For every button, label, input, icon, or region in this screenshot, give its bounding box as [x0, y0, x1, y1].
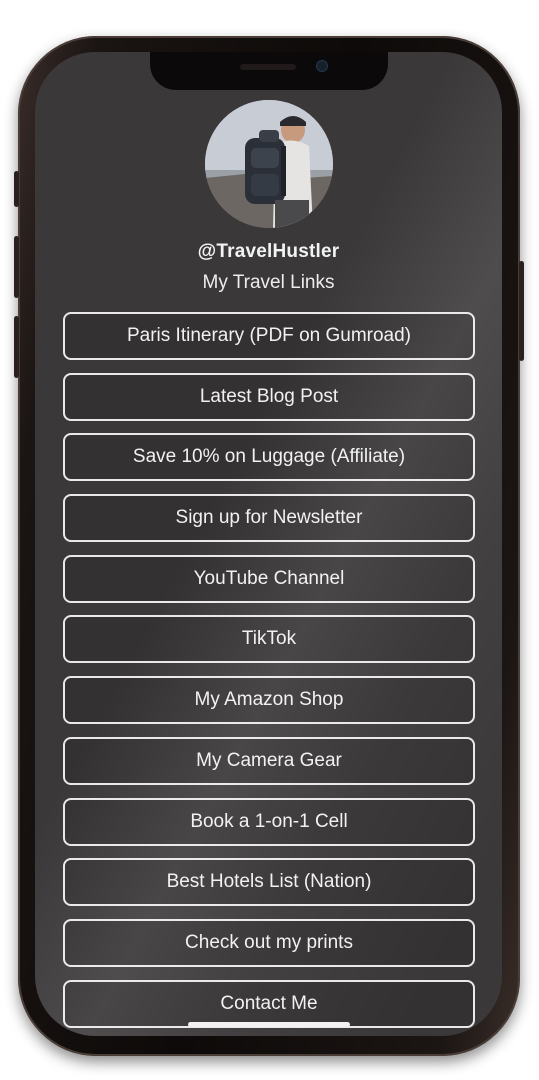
- link-button-youtube[interactable]: YouTube Channel: [63, 554, 475, 603]
- notch: [150, 52, 388, 90]
- volume-up-button: [14, 236, 19, 298]
- link-button-book-call[interactable]: Book a 1-on-1 Cell: [63, 797, 475, 846]
- traveler-photo-icon: [205, 100, 333, 228]
- link-button-best-hotels[interactable]: Best Hotels List (Nation): [63, 858, 475, 907]
- link-button-tiktok[interactable]: TikTok: [63, 615, 475, 664]
- profile-handle: @TravelHustler: [197, 241, 340, 262]
- volume-down-button: [14, 316, 19, 378]
- avatar: [205, 100, 333, 228]
- link-button-luggage-affiliate[interactable]: Save 10% on Luggage (Affiliate): [63, 433, 475, 482]
- profile-subtitle: My Travel Links: [202, 272, 335, 293]
- speaker-grille: [240, 64, 296, 70]
- link-list: Paris Itinerary (PDF on Gumroad) Latest …: [63, 312, 475, 1036]
- link-button-latest-blog-post[interactable]: Latest Blog Post: [63, 372, 475, 421]
- link-button-contact[interactable]: Contact Me: [63, 979, 475, 1028]
- power-button: [519, 261, 524, 361]
- link-button-camera-gear[interactable]: My Camera Gear: [63, 736, 475, 785]
- phone-screen: @TravelHustler My Travel Links Paris Iti…: [35, 52, 502, 1036]
- home-indicator[interactable]: [188, 1022, 350, 1027]
- link-button-newsletter[interactable]: Sign up for Newsletter: [63, 494, 475, 543]
- silent-switch: [14, 171, 19, 207]
- link-button-prints[interactable]: Check out my prints: [63, 918, 475, 967]
- front-camera-icon: [316, 60, 328, 72]
- link-button-paris-itinerary[interactable]: Paris Itinerary (PDF on Gumroad): [63, 312, 475, 360]
- stage: @TravelHustler My Travel Links Paris Iti…: [0, 0, 539, 1080]
- link-button-amazon-shop[interactable]: My Amazon Shop: [63, 676, 475, 725]
